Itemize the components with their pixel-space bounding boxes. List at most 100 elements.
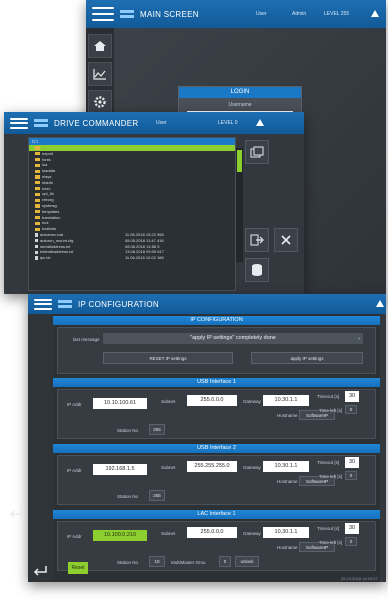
collapse-up-icon[interactable] bbox=[371, 10, 379, 17]
scrollbar-thumb[interactable] bbox=[237, 150, 242, 172]
close-icon bbox=[281, 235, 291, 245]
file-tree[interactable]: C:\ .. export fonts lua luadata nlays ntaufn nz… bbox=[28, 137, 236, 291]
hostname-label: Hostname bbox=[277, 479, 298, 484]
gateway-field[interactable]: 10.30.1.1 bbox=[263, 395, 309, 406]
file-name: lua bbox=[42, 162, 48, 168]
export-icon bbox=[250, 234, 264, 246]
station-no-field[interactable]: 255 bbox=[149, 424, 165, 435]
subnet-label: Subnet bbox=[161, 399, 176, 404]
last-message-label: last message bbox=[73, 337, 100, 342]
gateway-field[interactable]: 10.30.1.1 bbox=[263, 527, 309, 538]
username-label: Username bbox=[228, 102, 252, 108]
subnet-field[interactable]: 255.0.0.0 bbox=[187, 395, 237, 406]
folder-icon bbox=[35, 227, 40, 231]
collapse-up-icon[interactable] bbox=[376, 300, 384, 307]
back-arrow-icon bbox=[9, 508, 23, 518]
subnet-field[interactable]: 255.0.0.0 bbox=[187, 527, 237, 538]
folder-icon bbox=[35, 215, 40, 220]
file-scrollbar[interactable] bbox=[236, 148, 243, 262]
file-icon bbox=[35, 233, 38, 237]
folder-icon bbox=[35, 169, 40, 173]
multimaster-field[interactable]: 0 bbox=[219, 556, 231, 567]
ip-addr-field[interactable]: 10.10.100.61 bbox=[93, 398, 147, 409]
logo-icon bbox=[34, 118, 48, 128]
file-name: tcfamileaddress.txt bbox=[40, 249, 74, 255]
ip-config-titlebar: IP CONFIGURATION bbox=[28, 294, 386, 314]
logo-icon bbox=[58, 299, 72, 309]
interface-title: USB Interface 2 bbox=[53, 444, 380, 453]
file-name: nlays bbox=[42, 173, 52, 179]
home-icon bbox=[94, 41, 106, 51]
gateway-label: Gateway bbox=[243, 465, 261, 470]
export-button[interactable] bbox=[245, 228, 269, 252]
folder-icon bbox=[35, 198, 40, 202]
gateway-label: Gateway bbox=[243, 399, 261, 404]
ip-config-section-title: IP CONFIGURATION bbox=[53, 316, 380, 325]
login-title: LOGIN bbox=[179, 87, 301, 98]
file-name: systmsg bbox=[42, 202, 57, 208]
file-icon bbox=[35, 250, 38, 255]
folder-icon bbox=[35, 192, 40, 196]
clear-message-icon[interactable]: × bbox=[358, 336, 361, 341]
menu-icon[interactable] bbox=[92, 7, 114, 21]
folder-icon bbox=[35, 146, 40, 150]
back-button[interactable] bbox=[32, 564, 54, 578]
file-name: templates bbox=[42, 208, 60, 214]
copy-folder-icon bbox=[250, 146, 264, 158]
close-button[interactable] bbox=[274, 228, 298, 252]
gateway-field[interactable]: 10.30.1.1 bbox=[263, 461, 309, 472]
time-left-field: 0 bbox=[345, 537, 357, 546]
ip-addr-label: IP Addr bbox=[67, 534, 82, 539]
reset-ip-settings-button[interactable]: RESET IP settings bbox=[103, 352, 233, 364]
gear-icon bbox=[94, 96, 106, 108]
settings-button[interactable] bbox=[88, 90, 112, 114]
last-message-field: "apply IP settings" completely done bbox=[103, 333, 363, 344]
file-name: export bbox=[42, 150, 54, 156]
file-name: luadata bbox=[42, 168, 56, 174]
folder-icon bbox=[35, 204, 40, 208]
timeout-label: Timeout [s] bbox=[317, 394, 340, 399]
file-name: fonts bbox=[42, 156, 51, 162]
menu-icon[interactable] bbox=[34, 298, 52, 310]
timeout-field[interactable]: 30 bbox=[345, 523, 359, 534]
unlock-button[interactable]: unlock bbox=[235, 556, 259, 567]
drive-user-label: User bbox=[156, 120, 167, 126]
reset-button[interactable]: Reset bbox=[68, 562, 88, 574]
timeout-field[interactable]: 30 bbox=[345, 457, 359, 468]
ip-addr-field[interactable]: 192.168.1.5 bbox=[93, 464, 147, 475]
station-no-label: Station No bbox=[117, 428, 139, 433]
folder-icon bbox=[35, 152, 40, 156]
ip-addr-label: IP Addr bbox=[67, 402, 82, 407]
apply-ip-settings-button[interactable]: apply IP settings bbox=[251, 352, 363, 364]
interface-title: LAC Interface 1 bbox=[53, 510, 380, 519]
timeout-field[interactable]: 30 bbox=[345, 391, 359, 402]
main-level-label: LEVEL 255 bbox=[324, 11, 350, 17]
menu-icon[interactable] bbox=[10, 117, 28, 129]
collapse-up-icon[interactable] bbox=[256, 119, 264, 126]
time-left-label: Time left [s] bbox=[319, 474, 343, 479]
folder-icon bbox=[35, 157, 40, 162]
file-date: 11.06.2018 12:02 168 bbox=[125, 255, 164, 261]
ip-left-column bbox=[28, 314, 53, 582]
ip-addr-field[interactable]: 10.100.0.210 bbox=[93, 530, 147, 541]
station-no-field[interactable]: 255 bbox=[149, 490, 165, 501]
main-user-label: User bbox=[256, 11, 267, 17]
drive-commander-window: DRIVE COMMANDER User LEVEL 0 C:\ .. expor… bbox=[4, 112, 304, 294]
folder-icon bbox=[35, 210, 40, 214]
folder-icon bbox=[35, 163, 40, 167]
file-name: tool bbox=[42, 220, 49, 226]
station-no-field[interactable]: 10 bbox=[149, 556, 165, 567]
multimaster-label: MultiMaster Grou bbox=[171, 560, 206, 565]
file-tree-row[interactable]: ipc.txt 11.06.2018 12:02 168 bbox=[29, 255, 235, 261]
folder-icon bbox=[35, 186, 40, 191]
home-button[interactable] bbox=[88, 34, 112, 58]
subnet-field[interactable]: 255.255.255.0 bbox=[187, 461, 237, 472]
chart-button[interactable] bbox=[88, 62, 112, 86]
file-name: translation bbox=[42, 214, 61, 220]
database-button[interactable] bbox=[245, 258, 269, 282]
back-button-secondary[interactable] bbox=[8, 506, 30, 520]
database-icon bbox=[252, 264, 262, 276]
copy-button[interactable] bbox=[245, 140, 269, 164]
subnet-label: Subnet bbox=[161, 465, 176, 470]
file-name: reborg bbox=[42, 197, 54, 203]
